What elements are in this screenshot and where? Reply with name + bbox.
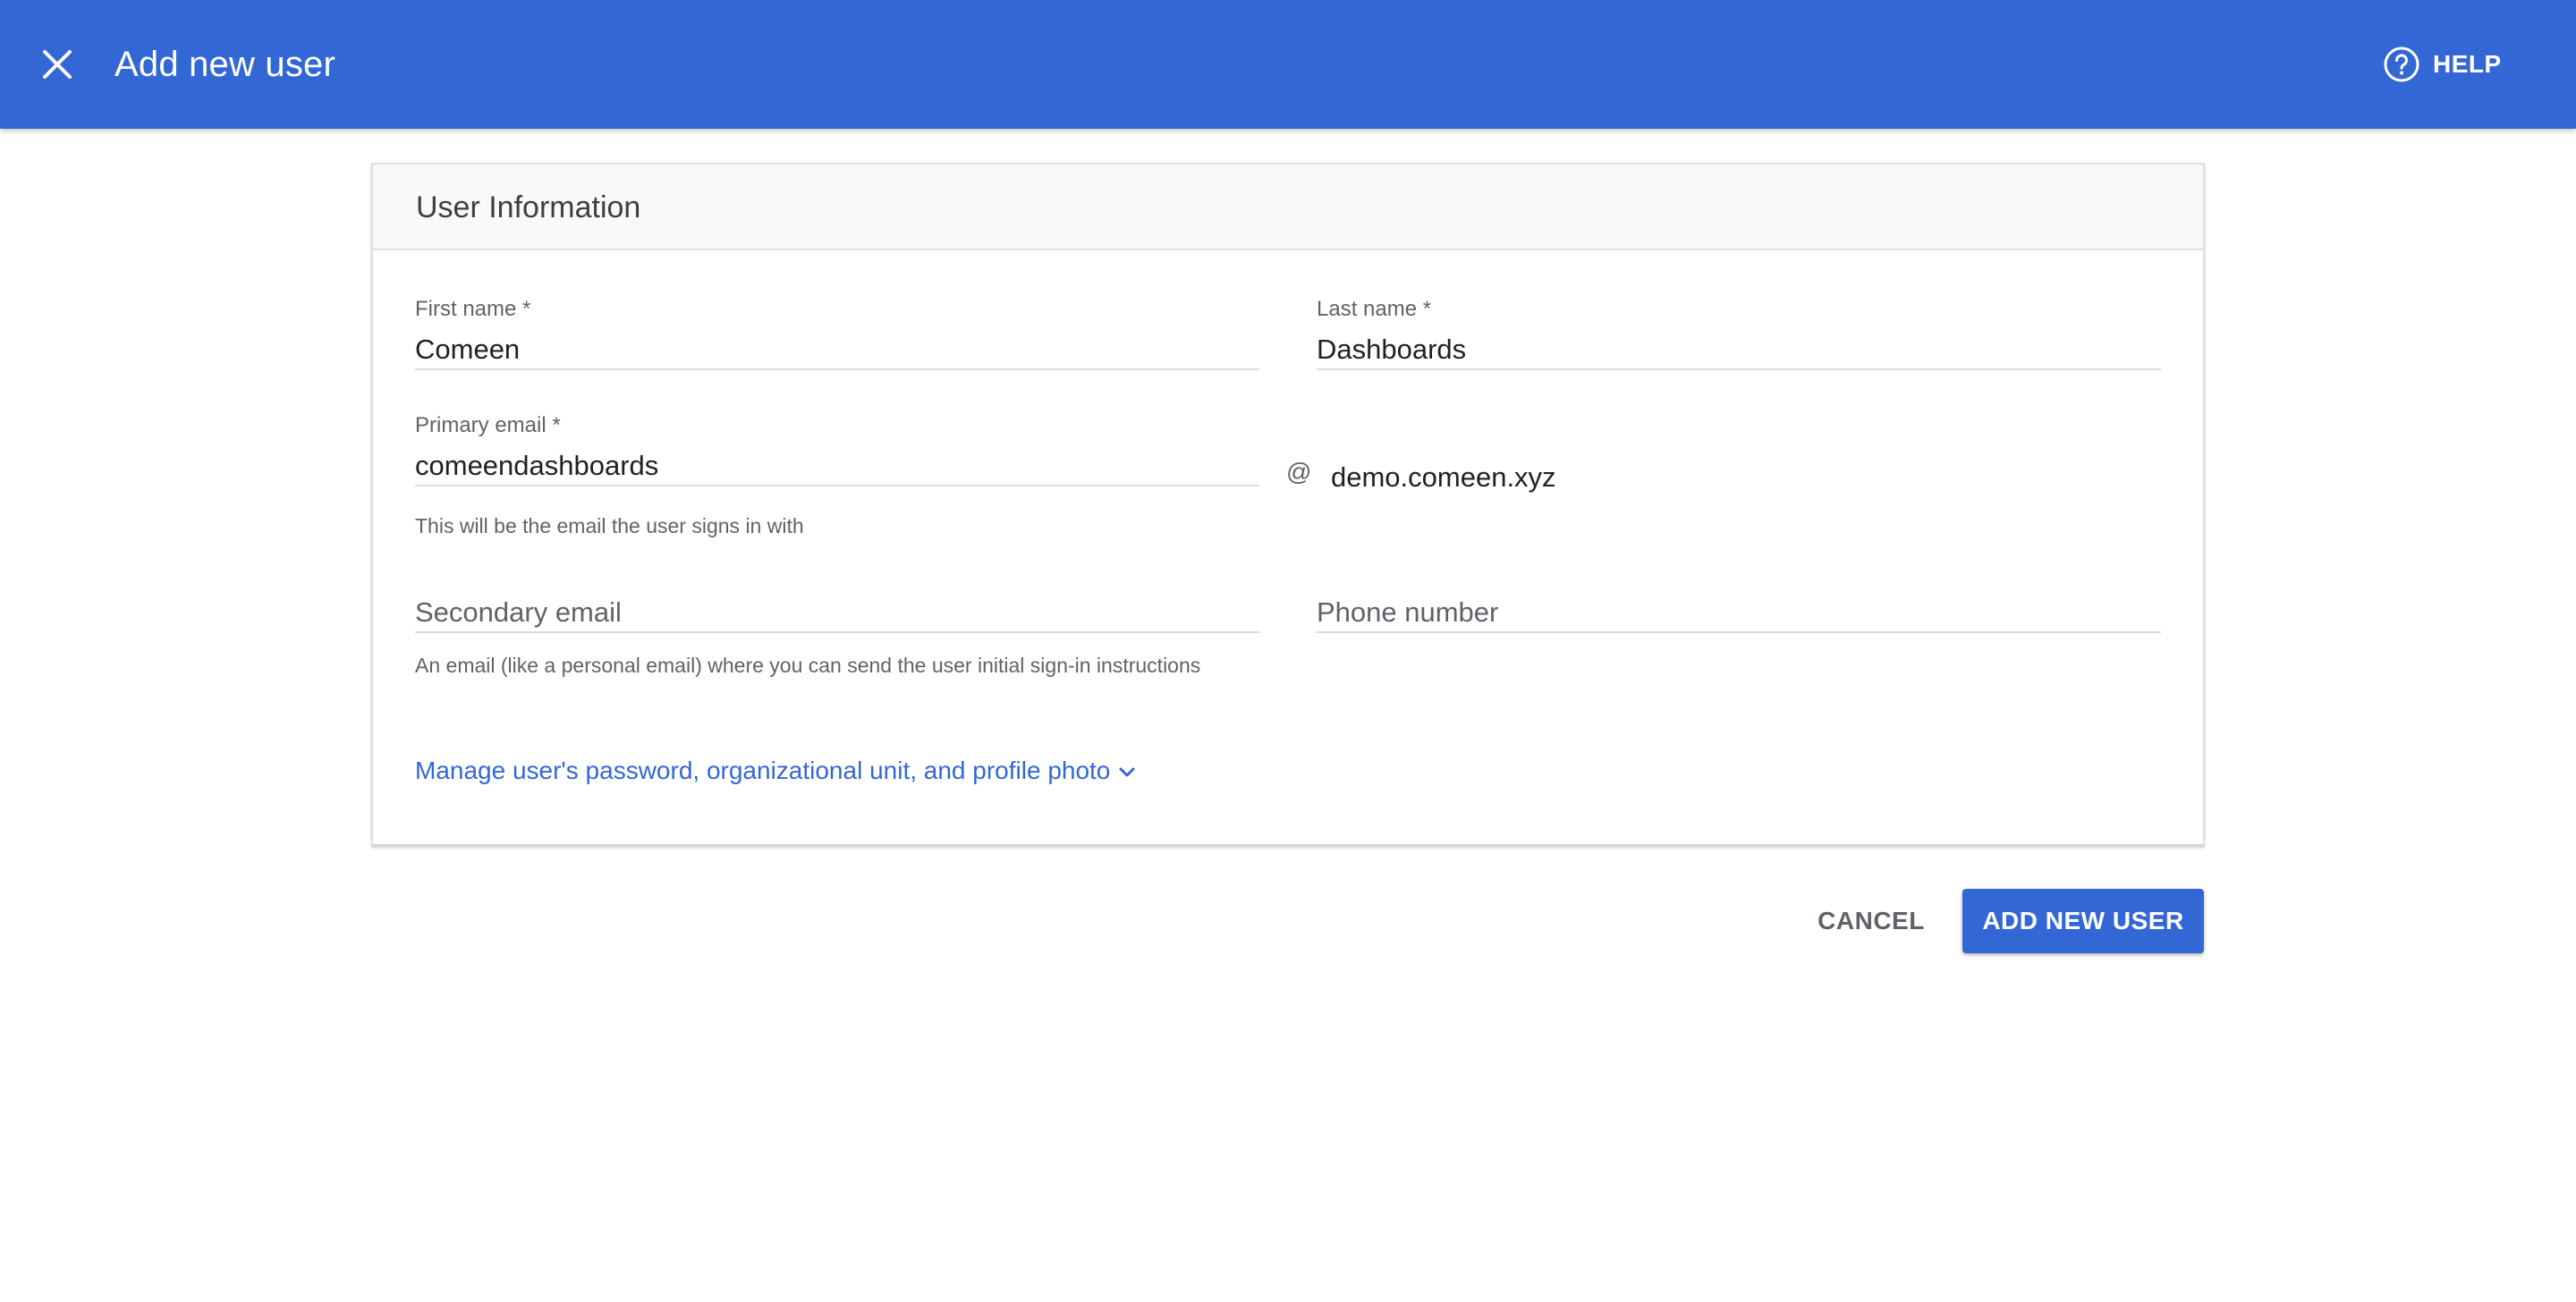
secondary-email-helper: An email (like a personal email) where y… xyxy=(415,654,1201,677)
email-domain[interactable]: demo.comeen.xyz xyxy=(1331,460,1556,495)
first-name-input[interactable]: Comeen xyxy=(415,333,1259,370)
last-name-label: Last name * xyxy=(1317,297,1432,321)
close-icon xyxy=(43,50,72,79)
first-name-field[interactable]: First name * Comeen xyxy=(415,297,1259,370)
chevron-down-icon xyxy=(1119,767,1135,777)
first-name-label: First name * xyxy=(415,297,531,321)
user-information-card: User Information xyxy=(371,163,2205,846)
card-title: User Information xyxy=(416,190,641,224)
cancel-button[interactable]: CANCEL xyxy=(1807,889,1936,953)
manage-link-label: Manage user's password, organizational u… xyxy=(415,757,1111,784)
manage-user-options-link[interactable]: Manage user's password, organizational u… xyxy=(415,754,1137,788)
help-label: HELP xyxy=(2433,50,2502,78)
last-name-field[interactable]: Last name * Dashboards xyxy=(1317,297,2161,370)
last-name-input[interactable]: Dashboards xyxy=(1317,333,2161,370)
help-button[interactable]: HELP xyxy=(2383,43,2502,86)
page-title: Add new user xyxy=(114,45,335,84)
secondary-email-input[interactable]: Secondary email xyxy=(415,596,1259,633)
help-circle-icon xyxy=(2384,46,2419,82)
card-header: User Information xyxy=(373,165,2203,250)
primary-email-helper: This will be the email the user signs in… xyxy=(415,514,804,537)
secondary-email-field[interactable]: Secondary email xyxy=(415,596,1259,633)
at-sign: @ xyxy=(1286,458,1312,486)
primary-email-field[interactable]: Primary email * comeendashboards xyxy=(415,413,1259,486)
add-new-user-button[interactable]: ADD NEW USER xyxy=(1962,889,2204,953)
primary-email-label: Primary email * xyxy=(415,413,561,437)
close-button[interactable] xyxy=(36,40,79,89)
primary-email-input[interactable]: comeendashboards xyxy=(415,449,1259,486)
top-app-bar: Add new user HELP xyxy=(0,0,2576,129)
phone-number-field[interactable]: Phone number xyxy=(1317,596,2161,633)
phone-number-input[interactable]: Phone number xyxy=(1317,596,2161,633)
